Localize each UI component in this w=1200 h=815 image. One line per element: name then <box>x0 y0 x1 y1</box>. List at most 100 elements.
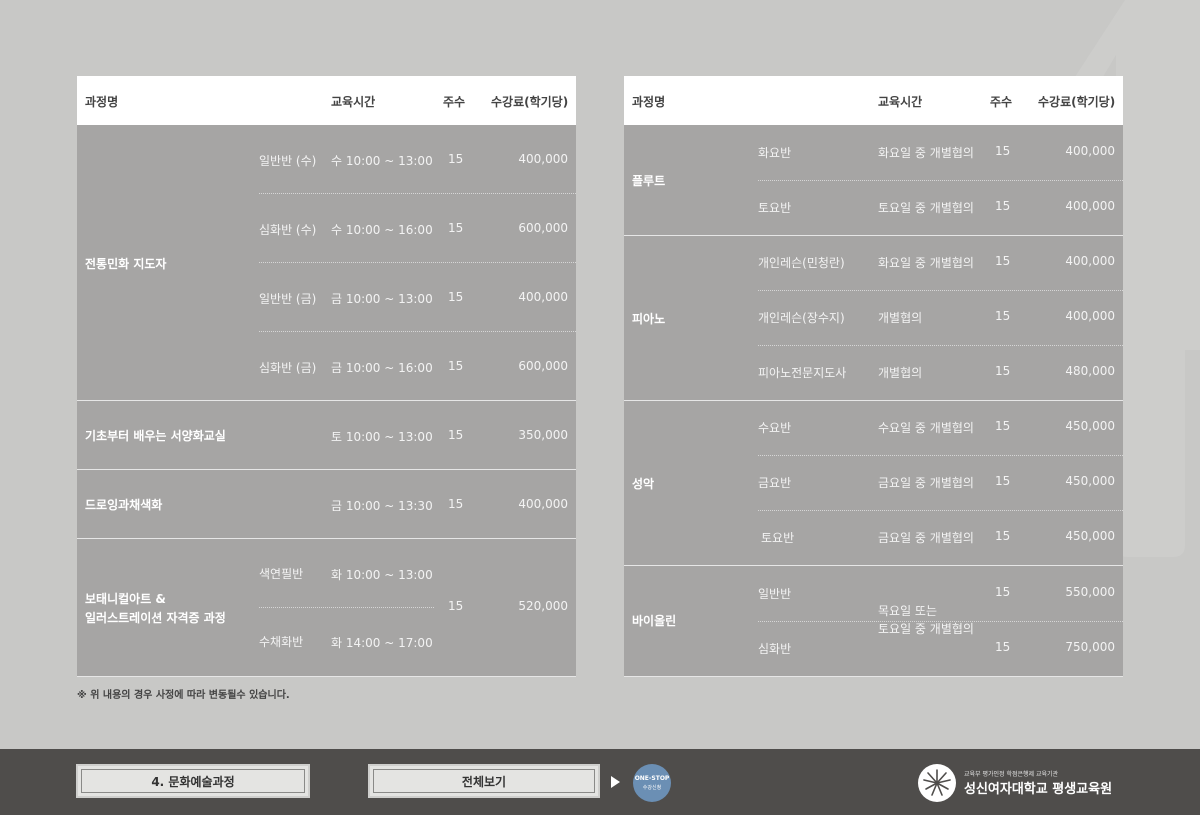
onestop-registration-button[interactable]: ONE-STOP 수강신청 <box>633 764 671 802</box>
class-time: 화 14:00 ~ 17:00 <box>331 636 433 650</box>
class-time: 수 10:00 ~ 13:00 <box>331 154 433 168</box>
course-name: 전통민화 지도자 <box>85 257 167 271</box>
class-weeks: 15 <box>448 290 464 304</box>
left-course-table: 과정명 교육시간 주수 수강료(학기당) 전통민화 지도자 일반반 (수) 수 … <box>77 76 576 677</box>
class-fee: 400,000 <box>1065 144 1115 158</box>
course-divider <box>77 400 576 401</box>
class-name: 색연필반 <box>259 567 304 581</box>
table-bottom-line <box>77 676 576 677</box>
row-divider <box>758 290 1123 291</box>
course-name: 드로잉과채색화 <box>85 498 163 512</box>
course-name-line2: 일러스트레이션 자격증 과정 <box>85 611 226 625</box>
class-weeks: 15 <box>995 364 1011 378</box>
row-divider <box>758 345 1123 346</box>
class-time: 수요일 중 개별협의 <box>878 421 974 435</box>
class-name: 심화반 <box>758 642 792 656</box>
class-weeks: 15 <box>448 221 464 235</box>
class-weeks: 15 <box>448 599 464 613</box>
row-divider <box>259 193 576 194</box>
table-header: 과정명 교육시간 주수 수강료(학기당) <box>624 76 1123 125</box>
header-course-name: 과정명 <box>85 95 119 109</box>
class-fee: 600,000 <box>518 359 568 373</box>
onestop-label: ONE-STOP <box>634 775 670 782</box>
class-time-line1: 목요일 또는 <box>878 604 938 618</box>
class-name: 심화반 (금) <box>259 361 317 375</box>
row-divider <box>758 455 1123 456</box>
class-time: 금 10:00 ~ 16:00 <box>331 361 433 375</box>
class-weeks: 15 <box>448 359 464 373</box>
class-weeks: 15 <box>448 497 464 511</box>
class-name: 피아노전문지도사 <box>758 366 847 380</box>
class-name: 금요반 <box>758 476 792 490</box>
class-weeks: 15 <box>995 529 1011 543</box>
class-name: 일반반 <box>758 587 792 601</box>
class-fee: 450,000 <box>1065 419 1115 433</box>
course-divider <box>77 538 576 539</box>
class-fee: 400,000 <box>518 290 568 304</box>
view-all-button[interactable]: 전체보기 <box>368 764 600 798</box>
course-divider <box>624 565 1123 566</box>
course-name: 성악 <box>632 477 655 491</box>
class-weeks: 15 <box>995 640 1011 654</box>
header-time: 교육시간 <box>878 95 923 109</box>
class-time: 화요일 중 개별협의 <box>878 256 974 270</box>
category-button[interactable]: 4. 문화예술과정 <box>76 764 310 798</box>
class-fee: 450,000 <box>1065 474 1115 488</box>
header-weeks: 주수 <box>990 95 1013 109</box>
class-fee: 750,000 <box>1065 640 1115 654</box>
right-course-table: 과정명 교육시간 주수 수강료(학기당) 플루트 화요반 화요일 중 개별협의 … <box>624 76 1123 677</box>
row-divider <box>259 607 434 608</box>
onestop-sublabel: 수강신청 <box>642 785 662 791</box>
class-name: 개인레슨(민청란) <box>758 256 845 270</box>
row-divider <box>758 180 1123 181</box>
play-arrow-icon[interactable] <box>611 776 620 788</box>
category-button-label: 4. 문화예술과정 <box>81 769 305 793</box>
table-bottom-line <box>624 676 1123 677</box>
view-all-button-label: 전체보기 <box>373 769 595 793</box>
class-time: 금 10:00 ~ 13:00 <box>331 292 433 306</box>
class-name: 토요반 <box>758 201 792 215</box>
class-time: 화 10:00 ~ 13:00 <box>331 568 433 582</box>
header-weeks: 주수 <box>443 95 466 109</box>
class-name: 일반반 (금) <box>259 292 317 306</box>
class-time: 토 10:00 ~ 13:00 <box>331 430 433 444</box>
class-name: 화요반 <box>758 146 792 160</box>
class-time: 수 10:00 ~ 16:00 <box>331 223 433 237</box>
class-time: 금요일 중 개별협의 <box>878 531 974 545</box>
class-fee: 400,000 <box>518 497 568 511</box>
class-weeks: 15 <box>995 309 1011 323</box>
class-weeks: 15 <box>448 428 464 442</box>
header-fee: 수강료(학기당) <box>491 95 569 109</box>
class-fee: 400,000 <box>1065 309 1115 323</box>
class-fee: 550,000 <box>1065 585 1115 599</box>
class-time: 금 10:00 ~ 13:30 <box>331 499 433 513</box>
class-name: 수요반 <box>758 421 792 435</box>
class-name: 심화반 (수) <box>259 223 317 237</box>
course-name: 피아노 <box>632 312 666 326</box>
footer-bar: 4. 문화예술과정 전체보기 ONE-STOP 수강신청 교육부 평가인정 학점… <box>0 749 1200 815</box>
class-weeks: 15 <box>448 152 464 166</box>
class-fee: 450,000 <box>1065 529 1115 543</box>
class-weeks: 15 <box>995 254 1011 268</box>
class-weeks: 15 <box>995 474 1011 488</box>
course-name: 바이올린 <box>632 614 677 628</box>
course-divider <box>77 469 576 470</box>
class-name: 일반반 (수) <box>259 154 317 168</box>
logo-tagline: 교육부 평가인정 학점은행제 교육기관 <box>964 771 1059 778</box>
class-time: 화요일 중 개별협의 <box>878 146 974 160</box>
course-name: 기초부터 배우는 서양화교실 <box>85 429 226 443</box>
row-divider <box>259 331 576 332</box>
table-body: 플루트 화요반 화요일 중 개별협의 15 400,000 토요반 토요일 중 … <box>624 125 1123 677</box>
notice-text: ※ 위 내용의 경우 사정에 따라 변동될수 있습니다. <box>77 690 290 701</box>
row-divider <box>758 510 1123 511</box>
class-time: 개별협의 <box>878 311 923 325</box>
logo-name: 성신여자대학교 평생교육원 <box>964 782 1113 797</box>
class-fee: 400,000 <box>1065 199 1115 213</box>
class-weeks: 15 <box>995 199 1011 213</box>
class-name: 토요반 <box>761 531 795 545</box>
class-time-line2: 토요일 중 개별협의 <box>878 622 974 636</box>
class-name: 개인레슨(장수지) <box>758 311 845 325</box>
class-name: 수채화반 <box>259 635 304 649</box>
table-header: 과정명 교육시간 주수 수강료(학기당) <box>77 76 576 125</box>
class-time: 개별협의 <box>878 366 923 380</box>
